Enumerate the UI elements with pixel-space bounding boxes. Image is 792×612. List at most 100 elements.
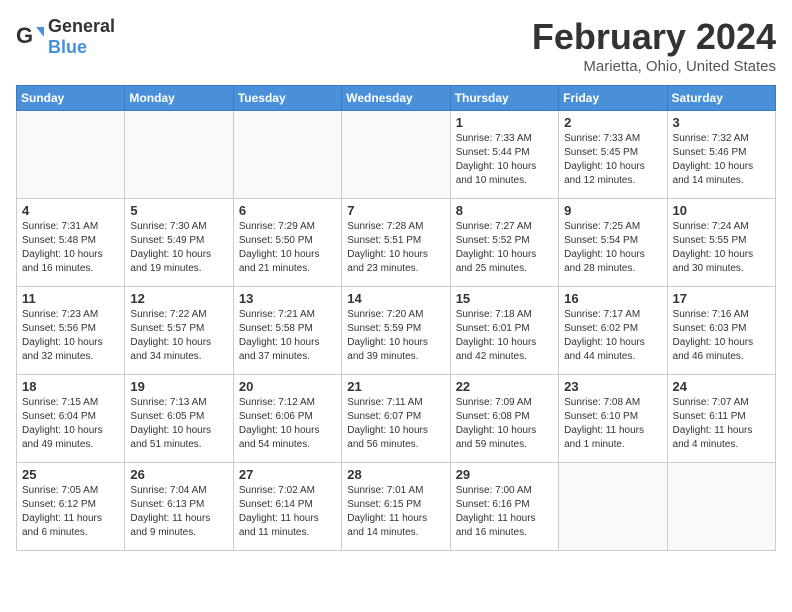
header-wednesday: Wednesday [342, 86, 450, 111]
day-number: 7 [347, 203, 444, 218]
calendar-cell: 6 Sunrise: 7:29 AM Sunset: 5:50 PM Daylig… [233, 199, 341, 287]
calendar-cell: 3 Sunrise: 7:32 AM Sunset: 5:46 PM Daylig… [667, 111, 775, 199]
day-info: Sunrise: 7:22 AM Sunset: 5:57 PM Dayligh… [130, 308, 227, 364]
day-number: 29 [456, 467, 553, 482]
header-monday: Monday [125, 86, 233, 111]
calendar-cell: 26Sunrise: 7:04 AM Sunset: 6:13 PM Dayli… [125, 463, 233, 551]
logo: G General Blue [16, 16, 115, 58]
day-number: 20 [239, 379, 336, 394]
day-number: 25 [22, 467, 119, 482]
day-info: Sunrise: 7:11 AM Sunset: 6:07 PM Dayligh… [347, 396, 444, 452]
day-info: Sunrise: 7:00 AM Sunset: 6:16 PM Dayligh… [456, 484, 553, 540]
day-number: 15 [456, 291, 553, 306]
day-number: 27 [239, 467, 336, 482]
calendar-week-row: 4 Sunrise: 7:31 AM Sunset: 5:48 PM Daylig… [17, 199, 776, 287]
day-number: 14 [347, 291, 444, 306]
day-number: 21 [347, 379, 444, 394]
day-number: 16 [564, 291, 661, 306]
calendar-cell: 2Sunrise: 7:33 AM Sunset: 5:45 PM Daylig… [559, 111, 667, 199]
calendar-cell: 27 Sunrise: 7:02 AM Sunset: 6:14 PM Dayli… [233, 463, 341, 551]
day-info: Sunrise: 7:12 AM Sunset: 6:06 PM Dayligh… [239, 396, 336, 452]
calendar-cell: 11 Sunrise: 7:23 AM Sunset: 5:56 PM Dayli… [17, 287, 125, 375]
calendar-cell [125, 111, 233, 199]
location-subtitle: Marietta, Ohio, United States [532, 58, 776, 75]
day-number: 6 [239, 203, 336, 218]
day-number: 1 [456, 115, 553, 130]
day-info: Sunrise: 7:33 AM Sunset: 5:44 PM Dayligh… [456, 132, 553, 188]
calendar-cell: 29 Sunrise: 7:00 AM Sunset: 6:16 PM Dayli… [450, 463, 558, 551]
day-info: Sunrise: 7:25 AM Sunset: 5:54 PM Dayligh… [564, 220, 661, 276]
calendar-cell: 18Sunrise: 7:15 AM Sunset: 6:04 PM Dayli… [17, 375, 125, 463]
day-info: Sunrise: 7:20 AM Sunset: 5:59 PM Dayligh… [347, 308, 444, 364]
day-number: 3 [673, 115, 770, 130]
calendar-cell [342, 111, 450, 199]
day-info: Sunrise: 7:31 AM Sunset: 5:48 PM Dayligh… [22, 220, 119, 276]
day-number: 4 [22, 203, 119, 218]
day-number: 17 [673, 291, 770, 306]
day-number: 28 [347, 467, 444, 482]
calendar-cell: 7 Sunrise: 7:28 AM Sunset: 5:51 PM Daylig… [342, 199, 450, 287]
day-info: Sunrise: 7:02 AM Sunset: 6:14 PM Dayligh… [239, 484, 336, 540]
day-info: Sunrise: 7:01 AM Sunset: 6:15 PM Dayligh… [347, 484, 444, 540]
day-number: 9 [564, 203, 661, 218]
header-friday: Friday [559, 86, 667, 111]
day-number: 8 [456, 203, 553, 218]
day-number: 24 [673, 379, 770, 394]
calendar-week-row: 1 Sunrise: 7:33 AM Sunset: 5:44 PM Daylig… [17, 111, 776, 199]
calendar-cell [233, 111, 341, 199]
header-thursday: Thursday [450, 86, 558, 111]
day-info: Sunrise: 7:23 AM Sunset: 5:56 PM Dayligh… [22, 308, 119, 364]
day-info: Sunrise: 7:33 AM Sunset: 5:45 PM Dayligh… [564, 132, 661, 188]
calendar-cell: 9 Sunrise: 7:25 AM Sunset: 5:54 PM Daylig… [559, 199, 667, 287]
day-number: 22 [456, 379, 553, 394]
day-info: Sunrise: 7:30 AM Sunset: 5:49 PM Dayligh… [130, 220, 227, 276]
calendar-cell: 24Sunrise: 7:07 AM Sunset: 6:11 PM Dayli… [667, 375, 775, 463]
header-saturday: Saturday [667, 86, 775, 111]
calendar-cell: 4 Sunrise: 7:31 AM Sunset: 5:48 PM Daylig… [17, 199, 125, 287]
day-info: Sunrise: 7:18 AM Sunset: 6:01 PM Dayligh… [456, 308, 553, 364]
calendar-cell: 25 Sunrise: 7:05 AM Sunset: 6:12 PM Dayli… [17, 463, 125, 551]
day-number: 10 [673, 203, 770, 218]
month-title: February 2024 [532, 16, 776, 58]
day-info: Sunrise: 7:05 AM Sunset: 6:12 PM Dayligh… [22, 484, 119, 540]
day-info: Sunrise: 7:16 AM Sunset: 6:03 PM Dayligh… [673, 308, 770, 364]
logo-icon: G [16, 23, 44, 51]
calendar-cell: 16 Sunrise: 7:17 AM Sunset: 6:02 PM Dayli… [559, 287, 667, 375]
day-info: Sunrise: 7:04 AM Sunset: 6:13 PM Dayligh… [130, 484, 227, 540]
day-info: Sunrise: 7:28 AM Sunset: 5:51 PM Dayligh… [347, 220, 444, 276]
calendar-cell: 28 Sunrise: 7:01 AM Sunset: 6:15 PM Dayli… [342, 463, 450, 551]
calendar-cell: 19 Sunrise: 7:13 AM Sunset: 6:05 PM Dayli… [125, 375, 233, 463]
day-info: Sunrise: 7:13 AM Sunset: 6:05 PM Dayligh… [130, 396, 227, 452]
day-number: 19 [130, 379, 227, 394]
day-info: Sunrise: 7:09 AM Sunset: 6:08 PM Dayligh… [456, 396, 553, 452]
day-number: 12 [130, 291, 227, 306]
day-info: Sunrise: 7:32 AM Sunset: 5:46 PM Dayligh… [673, 132, 770, 188]
calendar-cell: 17 Sunrise: 7:16 AM Sunset: 6:03 PM Dayli… [667, 287, 775, 375]
day-info: Sunrise: 7:29 AM Sunset: 5:50 PM Dayligh… [239, 220, 336, 276]
calendar-cell: 1 Sunrise: 7:33 AM Sunset: 5:44 PM Daylig… [450, 111, 558, 199]
calendar-cell: 13Sunrise: 7:21 AM Sunset: 5:58 PM Dayli… [233, 287, 341, 375]
weekday-header-row: Sunday Monday Tuesday Wednesday Thursday… [17, 86, 776, 111]
day-info: Sunrise: 7:08 AM Sunset: 6:10 PM Dayligh… [564, 396, 661, 452]
calendar-cell: 23 Sunrise: 7:08 AM Sunset: 6:10 PM Dayli… [559, 375, 667, 463]
calendar-cell: 14 Sunrise: 7:20 AM Sunset: 5:59 PM Dayli… [342, 287, 450, 375]
calendar-table: Sunday Monday Tuesday Wednesday Thursday… [16, 85, 776, 551]
day-info: Sunrise: 7:17 AM Sunset: 6:02 PM Dayligh… [564, 308, 661, 364]
calendar-week-row: 18Sunrise: 7:15 AM Sunset: 6:04 PM Dayli… [17, 375, 776, 463]
page-header: G General Blue February 2024 Marietta, O… [16, 16, 776, 75]
calendar-cell: 20 Sunrise: 7:12 AM Sunset: 6:06 PM Dayli… [233, 375, 341, 463]
svg-text:G: G [16, 23, 33, 48]
calendar-cell [667, 463, 775, 551]
logo-general: General [48, 16, 115, 36]
calendar-cell: 22 Sunrise: 7:09 AM Sunset: 6:08 PM Dayli… [450, 375, 558, 463]
day-info: Sunrise: 7:27 AM Sunset: 5:52 PM Dayligh… [456, 220, 553, 276]
header-sunday: Sunday [17, 86, 125, 111]
title-block: February 2024 Marietta, Ohio, United Sta… [532, 16, 776, 75]
calendar-week-row: 11 Sunrise: 7:23 AM Sunset: 5:56 PM Dayli… [17, 287, 776, 375]
day-number: 23 [564, 379, 661, 394]
calendar-cell [17, 111, 125, 199]
calendar-cell: 8 Sunrise: 7:27 AM Sunset: 5:52 PM Daylig… [450, 199, 558, 287]
day-number: 18 [22, 379, 119, 394]
day-info: Sunrise: 7:24 AM Sunset: 5:55 PM Dayligh… [673, 220, 770, 276]
day-number: 11 [22, 291, 119, 306]
